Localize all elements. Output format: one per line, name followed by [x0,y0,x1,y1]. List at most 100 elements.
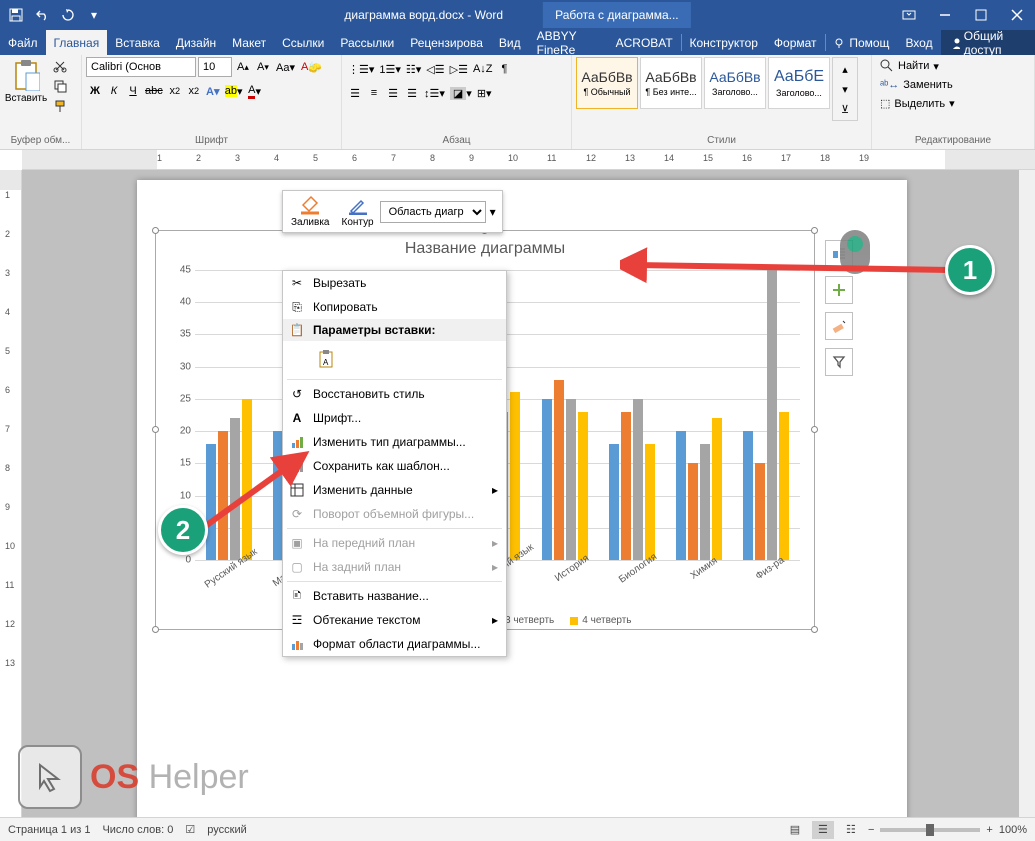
bar[interactable] [700,444,710,560]
subscript-icon[interactable]: x2 [166,81,184,101]
bar[interactable] [688,463,698,560]
tab-insert[interactable]: Вставка [107,30,168,55]
decrease-font-icon[interactable]: A▾ [254,57,272,77]
chart-area-select[interactable]: Область диагр [380,201,486,223]
underline-button[interactable]: Ч [124,81,142,101]
highlight-icon[interactable]: ab▾ [223,81,245,101]
styles-up-icon[interactable]: ▴ [835,60,855,78]
text-effects-icon[interactable]: A▾ [204,81,222,101]
align-left-icon[interactable]: ☰ [346,83,364,103]
spellcheck-icon[interactable]: ☑ [185,823,195,836]
align-center-icon[interactable]: ≡ [365,83,383,103]
paste-keep-source-icon[interactable]: A [313,346,339,372]
redo-icon[interactable] [56,3,80,27]
bullets-icon[interactable]: ⋮☰▾ [346,59,376,79]
bold-button[interactable]: Ж [86,81,104,101]
superscript-icon[interactable]: x2 [185,81,203,101]
bar-group[interactable] [666,270,733,560]
line-spacing-icon[interactable]: ↕☰▾ [422,83,447,103]
tell-me[interactable]: Помощ [825,30,897,55]
tab-acrobat[interactable]: ACROBAT [608,30,681,55]
ctx-edit-data[interactable]: Изменить данные▸ [283,478,506,502]
tab-constructor[interactable]: Конструктор [682,30,766,55]
tab-references[interactable]: Ссылки [274,30,332,55]
ctx-format-chart-area[interactable]: Формат области диаграммы... [283,632,506,656]
zoom-in-button[interactable]: + [986,824,992,836]
bar[interactable] [743,431,753,560]
sign-in[interactable]: Вход [897,30,940,55]
ctx-font[interactable]: AШрифт... [283,406,506,430]
indent-right-icon[interactable]: ▷☰ [448,59,470,79]
change-case-icon[interactable]: Aa▾ [274,57,297,77]
bar[interactable] [712,418,722,560]
styles-more-icon[interactable]: ⊻ [835,100,855,118]
maximize-icon[interactable] [963,0,999,30]
tab-home[interactable]: Главная [46,30,108,55]
ctx-restore-style[interactable]: ↺Восстановить стиль [283,382,506,406]
bar-group[interactable] [598,270,665,560]
bar[interactable] [633,399,643,560]
bar[interactable] [566,399,576,560]
save-icon[interactable] [4,3,28,27]
undo-icon[interactable] [30,3,54,27]
language-indicator[interactable]: русский [207,824,246,836]
bar[interactable] [779,412,789,560]
ctx-copy[interactable]: ⎘Копировать [283,295,506,319]
zoom-out-button[interactable]: − [868,824,874,836]
ribbon-options-icon[interactable] [891,0,927,30]
strikethrough-icon[interactable]: abc [143,81,165,101]
find-button[interactable]: Найти ▾ [876,57,959,75]
styles-down-icon[interactable]: ▾ [835,80,855,98]
font-size-select[interactable] [198,57,232,77]
chart-filters-icon[interactable] [825,348,853,376]
tab-abbyy[interactable]: ABBYY FineRe [529,30,608,55]
close-icon[interactable] [999,0,1035,30]
style-item[interactable]: АаБбЕЗаголово... [768,57,830,109]
clear-format-icon[interactable]: A🧽 [299,57,324,77]
bar[interactable] [676,431,686,560]
bar[interactable] [645,444,655,560]
increase-font-icon[interactable]: A▴ [234,57,252,77]
ctx-save-template[interactable]: Сохранить как шаблон... [283,454,506,478]
align-right-icon[interactable]: ☰ [384,83,402,103]
borders-icon[interactable]: ⊞▾ [475,83,494,103]
font-color-icon[interactable]: A▾ [246,81,264,101]
print-layout-icon[interactable]: ☰ [812,821,834,839]
format-painter-icon[interactable] [50,97,70,115]
outline-button[interactable]: Контур [336,193,380,230]
indent-left-icon[interactable]: ◁☰ [424,59,446,79]
tab-review[interactable]: Рецензирова [402,30,491,55]
bar[interactable] [609,444,619,560]
horizontal-ruler[interactable]: 12345678910111213141516171819 [22,150,1035,170]
bar[interactable] [510,392,520,560]
italic-button[interactable]: К [105,81,123,101]
style-item[interactable]: АаБбВвЗаголово... [704,57,766,109]
legend-item[interactable]: 4 четверть [570,615,631,626]
sort-icon[interactable]: A↓Z [471,59,495,79]
fill-button[interactable]: Заливка [285,193,336,230]
bar[interactable] [755,463,765,560]
vertical-scrollbar[interactable] [1019,170,1035,817]
web-layout-icon[interactable]: ☷ [840,821,862,839]
tab-layout[interactable]: Макет [224,30,274,55]
ctx-insert-caption[interactable]: 🗈Вставить название... [283,584,506,608]
ctx-text-wrap[interactable]: ☲Обтекание текстом▸ [283,608,506,632]
show-marks-icon[interactable]: ¶ [496,59,514,79]
ctx-cut[interactable]: ✂Вырезать [283,271,506,295]
bar[interactable] [554,380,564,560]
font-name-select[interactable] [86,57,196,77]
share-button[interactable]: Общий доступ [941,30,1035,55]
style-item[interactable]: АаБбВв¶ Обычный [576,57,638,109]
bar[interactable] [542,399,552,560]
read-mode-icon[interactable]: ▤ [784,821,806,839]
justify-icon[interactable]: ☰ [403,83,421,103]
replace-button[interactable]: ᵃᵇ↔Заменить [876,77,959,93]
bar[interactable] [578,412,588,560]
select-button[interactable]: ⬚Выделить ▾ [876,95,959,112]
word-count[interactable]: Число слов: 0 [102,824,173,836]
chart-styles-icon[interactable] [825,312,853,340]
zoom-level[interactable]: 100% [999,824,1027,836]
page-indicator[interactable]: Страница 1 из 1 [8,824,90,836]
minimize-icon[interactable] [927,0,963,30]
bar[interactable] [767,270,777,560]
